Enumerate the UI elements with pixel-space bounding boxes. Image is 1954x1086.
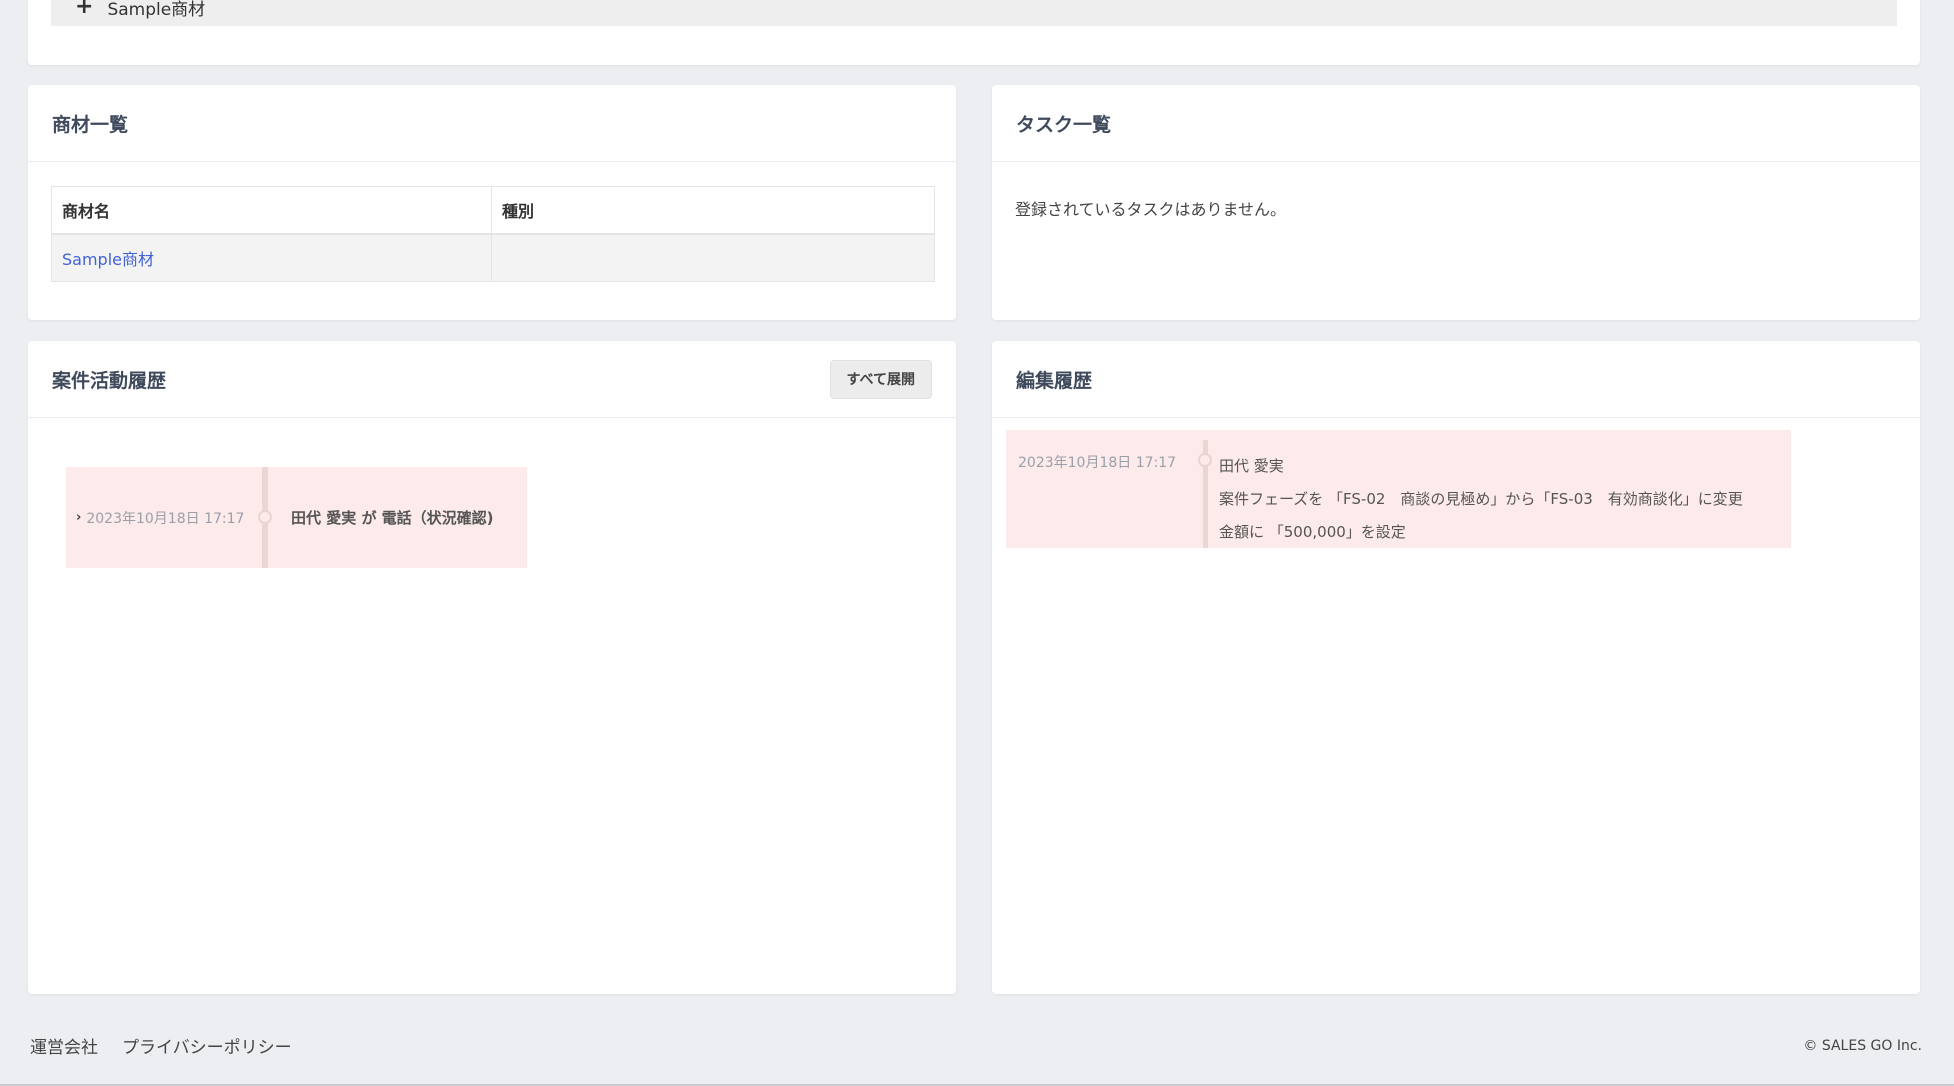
column-header-name: 商材名	[51, 186, 492, 235]
material-type-cell	[491, 233, 935, 282]
tasks-card: タスク一覧 登録されているタスクはありません。	[992, 85, 1920, 320]
timeline-dot-icon	[258, 510, 272, 524]
edit-line-phase: 案件フェーズを 「FS-02 商談の見極め」から「FS-03 有効商談化」に変更	[1219, 490, 1743, 508]
material-link[interactable]: Sample商材	[62, 250, 154, 269]
edit-user: 田代 愛実	[1219, 457, 1284, 475]
edit-history-item: 2023年10月18日 17:17 田代 愛実 案件フェーズを 「FS-02 商…	[1006, 430, 1791, 548]
footer-links: 運営会社 プライバシーポリシー	[30, 1033, 292, 1058]
top-item-row[interactable]: + Sample商材	[51, 0, 1897, 26]
timeline-dot-icon	[1198, 453, 1212, 467]
footer-link-privacy[interactable]: プライバシーポリシー	[122, 1033, 292, 1058]
activity-date: › 2023年10月18日 17:17	[76, 467, 244, 568]
edit-history-card: 編集履歴 2023年10月18日 17:17 田代 愛実 案件フェーズを 「FS…	[992, 341, 1920, 994]
tasks-empty-message: 登録されているタスクはありません。	[1015, 200, 1287, 219]
table-row: Sample商材	[51, 233, 935, 282]
plus-icon: +	[75, 0, 94, 19]
materials-card: 商材一覧 商材名 種別 Sample商材	[28, 85, 956, 320]
column-header-type: 種別	[491, 186, 935, 235]
top-item-label: Sample商材	[107, 0, 206, 20]
tasks-header: タスク一覧	[992, 85, 1920, 162]
copyright: © SALES GO Inc.	[1803, 1038, 1922, 1054]
materials-table: 商材名 種別 Sample商材	[51, 186, 935, 282]
tasks-title: タスク一覧	[1016, 113, 1112, 136]
page: + Sample商材 商材一覧 商材名 種別 Sample商材 タスク一覧 登録…	[0, 0, 1954, 1086]
edit-line-amount: 金額に 「500,000」を設定	[1219, 523, 1406, 541]
top-panel: + Sample商材	[28, 0, 1920, 65]
activity-title: 案件活動履歴	[52, 369, 167, 392]
chevron-right-icon: ›	[76, 510, 82, 525]
activity-date-text: 2023年10月18日 17:17	[86, 510, 245, 527]
materials-header: 商材一覧	[28, 85, 956, 162]
activity-text: 田代 愛実 が 電話（状況確認)	[291, 509, 494, 527]
materials-title: 商材一覧	[52, 113, 129, 136]
expand-all-button[interactable]: すべて展開	[829, 359, 932, 399]
activity-header: 案件活動履歴 すべて展開	[28, 341, 956, 418]
edit-date: 2023年10月18日 17:17	[1018, 455, 1177, 471]
material-name-cell: Sample商材	[51, 233, 492, 282]
activity-card: 案件活動履歴 すべて展開 › 2023年10月18日 17:17 田代 愛実 が…	[28, 341, 956, 994]
edit-history-header: 編集履歴	[992, 341, 1920, 418]
footer-link-company[interactable]: 運営会社	[30, 1033, 98, 1058]
activity-item[interactable]: › 2023年10月18日 17:17 田代 愛実 が 電話（状況確認)	[66, 467, 527, 568]
edit-detail: 田代 愛実 案件フェーズを 「FS-02 商談の見極め」から「FS-03 有効商…	[1219, 450, 1743, 549]
edit-history-title: 編集履歴	[1016, 369, 1093, 392]
